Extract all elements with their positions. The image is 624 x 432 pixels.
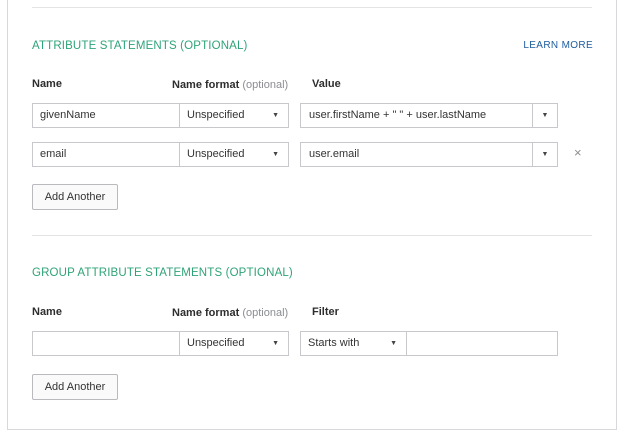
value-dropdown-button[interactable]: ▼ bbox=[532, 143, 557, 166]
learn-more-link[interactable]: LEARN MORE bbox=[523, 40, 593, 51]
add-another-group-attribute-button[interactable]: Add Another bbox=[32, 374, 118, 400]
group-name-column-label: Name bbox=[32, 306, 62, 318]
name-format-select[interactable]: Unspecified ▼ bbox=[179, 142, 289, 167]
attribute-value-text: user.email bbox=[309, 148, 360, 160]
value-column-label: Value bbox=[312, 78, 341, 90]
name-format-value: Unspecified bbox=[187, 148, 245, 160]
attribute-value-combobox[interactable]: user.email ▼ bbox=[300, 142, 558, 167]
attribute-name-input[interactable]: email bbox=[32, 142, 180, 167]
name-format-column-label: Name format (optional) bbox=[172, 79, 288, 91]
attribute-value-text: user.firstName + " " + user.lastName bbox=[309, 109, 487, 121]
add-another-attribute-button[interactable]: Add Another bbox=[32, 184, 118, 210]
name-format-label-text: Name format bbox=[172, 307, 240, 319]
filter-column-label: Filter bbox=[312, 306, 339, 318]
optional-hint: (optional) bbox=[242, 307, 289, 319]
name-format-select[interactable]: Unspecified ▼ bbox=[179, 103, 289, 128]
filter-value-input[interactable] bbox=[406, 331, 558, 356]
name-format-value: Unspecified bbox=[187, 337, 245, 349]
name-column-label: Name bbox=[32, 78, 62, 90]
filter-type-value: Starts with bbox=[308, 337, 360, 349]
caret-down-icon: ▼ bbox=[272, 340, 279, 347]
caret-down-icon: ▼ bbox=[390, 340, 397, 347]
attribute-statements-title: ATTRIBUTE STATEMENTS (OPTIONAL) bbox=[32, 40, 248, 52]
group-name-input[interactable] bbox=[32, 331, 180, 356]
caret-down-icon: ▼ bbox=[541, 112, 549, 119]
attribute-name-input[interactable]: givenName bbox=[32, 103, 180, 128]
close-icon[interactable]: × bbox=[574, 145, 582, 160]
top-divider bbox=[32, 7, 592, 8]
form-panel bbox=[7, 0, 617, 430]
caret-down-icon: ▼ bbox=[272, 112, 279, 119]
name-format-label-text: Name format bbox=[172, 79, 240, 91]
name-format-value: Unspecified bbox=[187, 109, 245, 121]
filter-type-select[interactable]: Starts with ▼ bbox=[300, 331, 407, 356]
caret-down-icon: ▼ bbox=[541, 151, 549, 158]
value-dropdown-button[interactable]: ▼ bbox=[532, 104, 557, 127]
attribute-value-combobox[interactable]: user.firstName + " " + user.lastName ▼ bbox=[300, 103, 558, 128]
caret-down-icon: ▼ bbox=[272, 151, 279, 158]
section-divider bbox=[32, 235, 592, 236]
group-attribute-statements-title: GROUP ATTRIBUTE STATEMENTS (OPTIONAL) bbox=[32, 267, 293, 279]
optional-hint: (optional) bbox=[242, 79, 289, 91]
group-name-format-column-label: Name format (optional) bbox=[172, 307, 288, 319]
group-name-format-select[interactable]: Unspecified ▼ bbox=[179, 331, 289, 356]
